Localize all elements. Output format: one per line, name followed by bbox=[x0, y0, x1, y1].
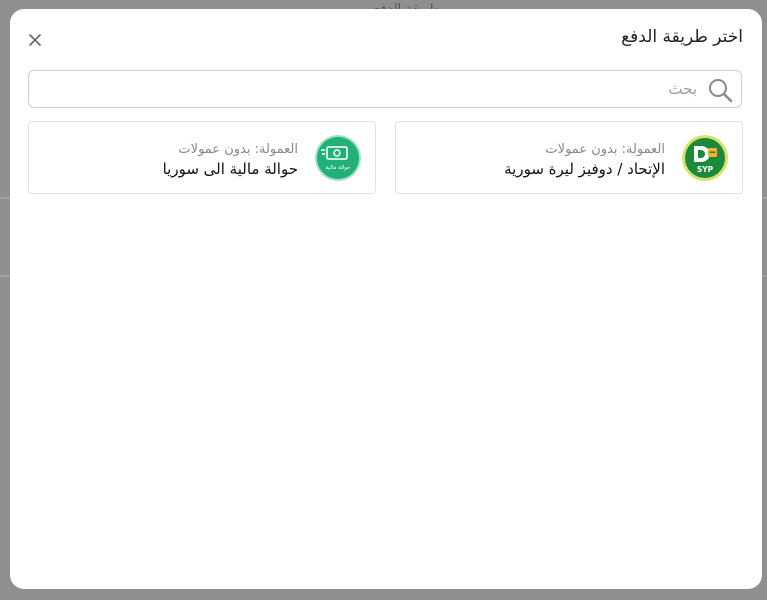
logo-text: SYP bbox=[697, 165, 714, 174]
search-icon bbox=[709, 79, 733, 103]
search-box bbox=[28, 70, 742, 108]
payment-method-card[interactable]: حوالة مالية العمولة: بدون عمولات حوالة م… bbox=[28, 121, 376, 194]
payment-method-name: الإتحاد / دوفيز ليرة سورية bbox=[504, 160, 665, 178]
commission-value: بدون عمولات bbox=[178, 142, 251, 157]
close-icon bbox=[29, 34, 41, 46]
commission-label: العمولة: bbox=[621, 142, 665, 157]
close-button[interactable] bbox=[24, 29, 46, 51]
dovizsyp-logo-icon: SYP bbox=[682, 135, 728, 181]
search-input[interactable] bbox=[39, 71, 699, 107]
commission-text: العمولة: بدون عمولات bbox=[163, 141, 298, 158]
commission-value: بدون عمولات bbox=[545, 142, 618, 157]
logo-text: حوالة مالية bbox=[325, 165, 350, 171]
payment-method-card[interactable]: SYP العمولة: بدون عمولات الإتحاد / دوفيز… bbox=[395, 121, 743, 194]
modal-title: اختر طريقة الدفع bbox=[621, 27, 743, 47]
payment-method-name: حوالة مالية الى سوريا bbox=[162, 160, 298, 178]
commission-text: العمولة: بدون عمولات bbox=[504, 141, 665, 158]
money-transfer-logo-icon: حوالة مالية bbox=[315, 135, 361, 181]
commission-label: العمولة: bbox=[254, 142, 298, 157]
payment-method-modal: اختر طريقة الدفع SYP العمولة: بدون عمولا… bbox=[10, 9, 762, 589]
